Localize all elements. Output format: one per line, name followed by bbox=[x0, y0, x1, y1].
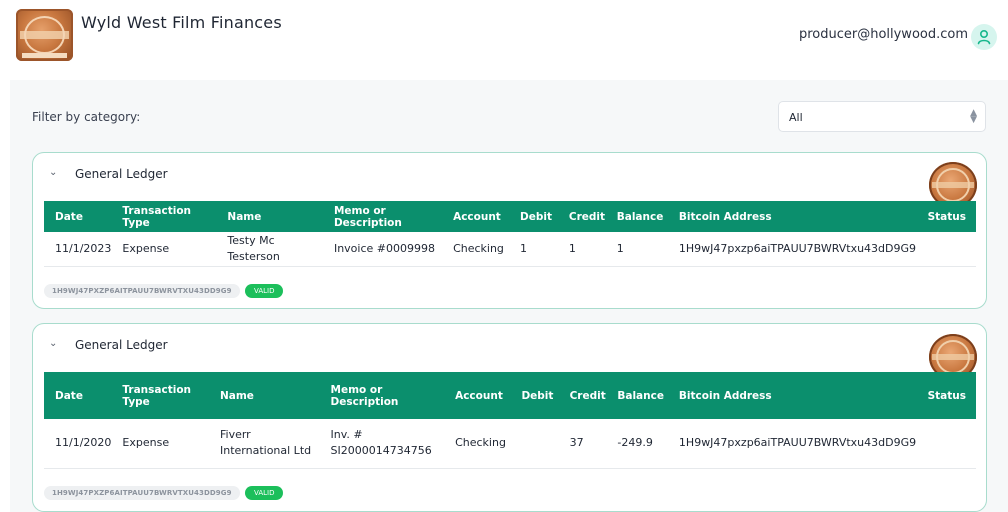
cell-balance: 1 bbox=[605, 232, 668, 267]
user-avatar-icon[interactable] bbox=[971, 24, 997, 50]
cell-bitcoin-address: 1H9wJ47pxzp6aiTPAUU7BWRVtxu43dD9G9 bbox=[667, 419, 917, 469]
app-logo[interactable] bbox=[16, 9, 73, 61]
cell-debit: 1 bbox=[509, 232, 558, 267]
table-row[interactable]: 11/1/2020 Expense Fiverr International L… bbox=[44, 419, 976, 469]
app-header: Wyld West Film Finances producer@hollywo… bbox=[0, 0, 1008, 80]
col-date: Date bbox=[44, 372, 112, 419]
ledger-card: ⌄ General Ledger Date Transaction Type N… bbox=[32, 323, 987, 512]
col-status: Status bbox=[916, 372, 976, 419]
col-transaction-type: Transaction Type bbox=[111, 201, 217, 232]
cell-date: 11/1/2023 bbox=[44, 232, 112, 267]
cell-status bbox=[916, 232, 976, 267]
col-bitcoin-address: Bitcoin Address bbox=[667, 372, 917, 419]
cell-account: Checking bbox=[442, 232, 510, 267]
user-email[interactable]: producer@hollywood.com bbox=[758, 27, 968, 42]
chevron-down-icon[interactable]: ⌄ bbox=[49, 338, 57, 349]
cell-credit: 37 bbox=[558, 419, 607, 469]
cell-bitcoin-address: 1H9wJ47pxzp6aiTPAUU7BWRVtxu43dD9G9 bbox=[667, 232, 917, 267]
ledger-table: Date Transaction Type Name Memo or Descr… bbox=[44, 201, 976, 267]
col-name: Name bbox=[216, 201, 323, 232]
col-name: Name bbox=[208, 372, 320, 419]
col-credit: Credit bbox=[558, 372, 607, 419]
cell-memo: Invoice #0009998 bbox=[322, 232, 443, 267]
cell-name: Testy Mc Testerson bbox=[216, 232, 323, 267]
cell-type: Expense bbox=[111, 419, 209, 469]
col-status: Status bbox=[916, 201, 976, 232]
table-row[interactable]: 11/1/2023 Expense Testy Mc Testerson Inv… bbox=[44, 232, 976, 267]
ledger-card: ⌄ General Ledger Date Transaction Type N… bbox=[32, 152, 987, 309]
main-content: Filter by category: All ▲ ▼ ⌄ General Led… bbox=[10, 80, 1008, 512]
cell-balance: -249.9 bbox=[606, 419, 668, 469]
ledger-table: Date Transaction Type Name Memo or Descr… bbox=[44, 372, 976, 469]
col-debit: Debit bbox=[509, 201, 558, 232]
col-balance: Balance bbox=[605, 201, 668, 232]
cell-credit: 1 bbox=[557, 232, 606, 267]
col-memo: Memo or Description bbox=[319, 372, 445, 419]
col-account: Account bbox=[442, 201, 510, 232]
chevron-down-icon[interactable]: ⌄ bbox=[49, 167, 57, 178]
cell-debit bbox=[510, 419, 559, 469]
col-transaction-type: Transaction Type bbox=[111, 372, 209, 419]
cell-status bbox=[916, 419, 976, 469]
cell-name: Fiverr International Ltd bbox=[208, 419, 320, 469]
cell-date: 11/1/2020 bbox=[44, 419, 112, 469]
app-title: Wyld West Film Finances bbox=[81, 13, 282, 32]
col-memo: Memo or Description bbox=[322, 201, 443, 232]
col-balance: Balance bbox=[606, 372, 668, 419]
col-date: Date bbox=[44, 201, 112, 232]
filter-label: Filter by category: bbox=[32, 110, 141, 124]
ledger-title[interactable]: General Ledger bbox=[75, 338, 168, 352]
category-select[interactable]: All ▲ ▼ bbox=[778, 101, 986, 132]
hash-badge: 1H9WJ47PXZP6AITPAUU7BWRVTXU43DD9G9 bbox=[44, 284, 240, 298]
cell-memo: Inv. # SI2000014734756 bbox=[319, 419, 445, 469]
valid-badge: VALID bbox=[245, 486, 284, 500]
valid-badge: VALID bbox=[245, 284, 284, 298]
table-header-row: Date Transaction Type Name Memo or Descr… bbox=[44, 372, 976, 419]
hash-badge: 1H9WJ47PXZP6AITPAUU7BWRVTXU43DD9G9 bbox=[44, 486, 240, 500]
cell-account: Checking bbox=[444, 419, 511, 469]
col-credit: Credit bbox=[557, 201, 606, 232]
table-header-row: Date Transaction Type Name Memo or Descr… bbox=[44, 201, 976, 232]
col-debit: Debit bbox=[510, 372, 559, 419]
col-account: Account bbox=[444, 372, 511, 419]
col-bitcoin-address: Bitcoin Address bbox=[667, 201, 917, 232]
category-select-value: All bbox=[789, 111, 803, 124]
ledger-title[interactable]: General Ledger bbox=[75, 167, 168, 181]
cell-type: Expense bbox=[111, 232, 217, 267]
select-arrows-icon: ▲ ▼ bbox=[970, 108, 977, 125]
